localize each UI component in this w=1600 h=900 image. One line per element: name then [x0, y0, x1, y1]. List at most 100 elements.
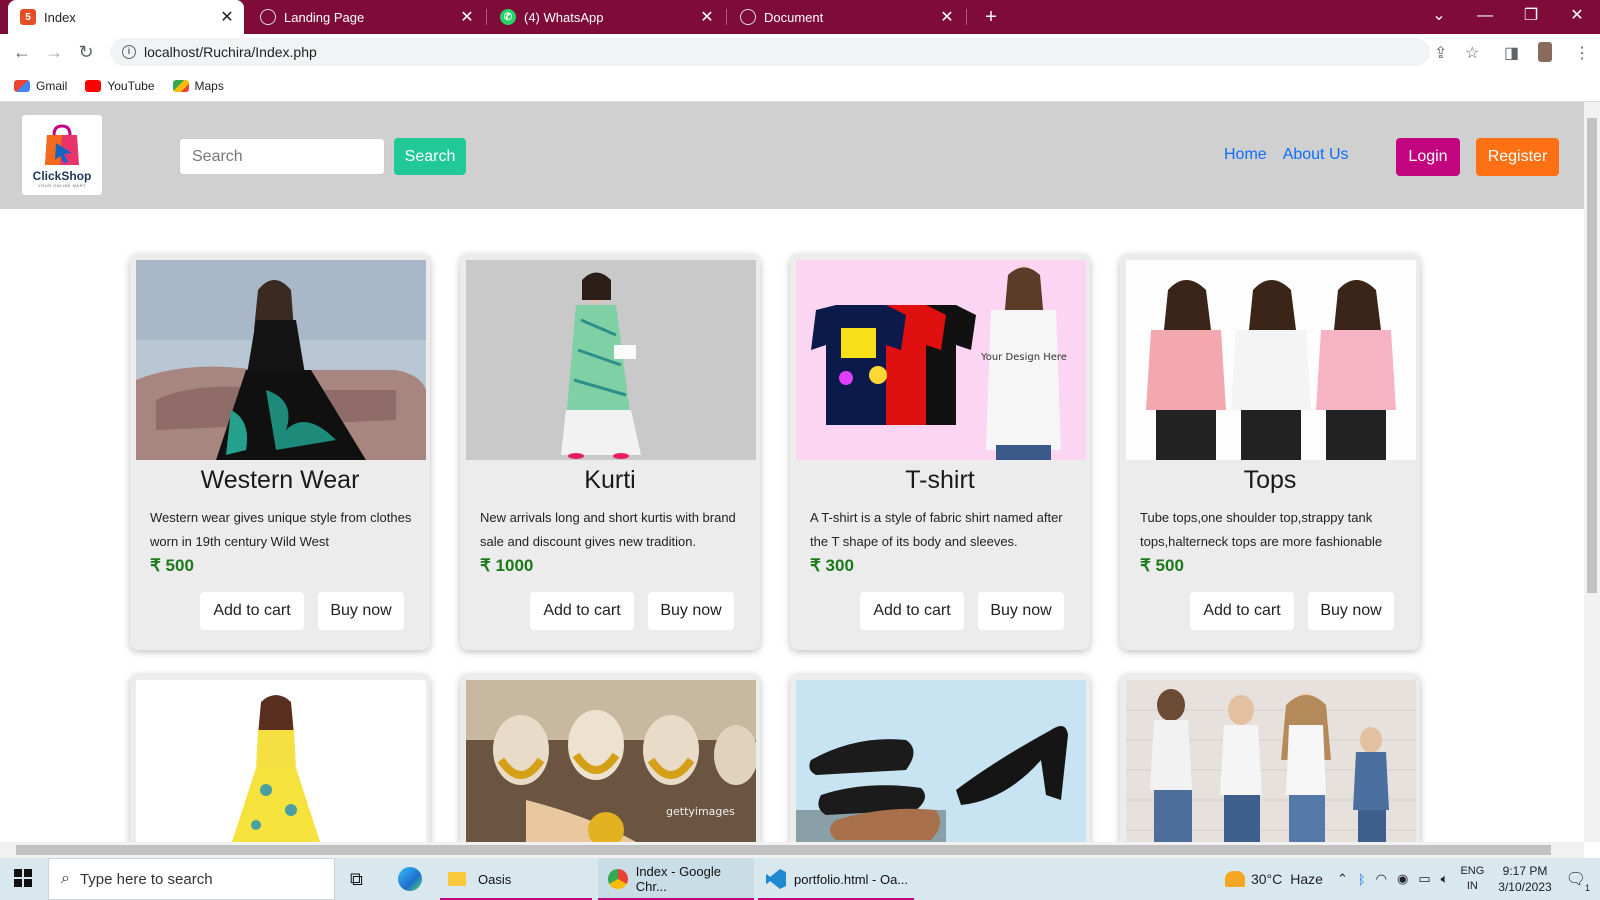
weather-icon[interactable] — [1224, 871, 1245, 887]
site-info-icon[interactable]: i — [122, 45, 136, 59]
wifi-icon[interactable]: ◠ — [1376, 871, 1387, 887]
youtube-icon — [85, 79, 102, 92]
vertical-scrollbar[interactable] — [1584, 102, 1600, 842]
product-card: gettyimages — [460, 674, 760, 842]
search-input[interactable] — [179, 138, 385, 175]
restore-icon[interactable]: ❐ — [1508, 0, 1554, 34]
tab-whatsapp[interactable]: ✆ (4) WhatsApp ✕ — [488, 0, 724, 34]
register-button[interactable]: Register — [1476, 138, 1559, 176]
bluetooth-icon[interactable]: ᛒ — [1358, 872, 1366, 887]
search-button[interactable]: Search — [394, 138, 466, 175]
product-card: Western Wear Western wear gives unique s… — [130, 254, 430, 650]
product-name: Tops — [1243, 466, 1297, 494]
product-card — [790, 674, 1090, 842]
add-to-cart-button[interactable]: Add to cart — [1190, 592, 1294, 630]
bookmark-label: Gmail — [36, 78, 68, 93]
windows-start-icon[interactable] — [14, 869, 32, 887]
add-to-cart-button[interactable]: Add to cart — [860, 592, 964, 630]
close-tab-icon[interactable]: ✕ — [696, 7, 718, 27]
clock-date: 3/10/2023 — [1498, 880, 1552, 894]
vscode-icon — [766, 869, 786, 889]
meet-now-icon[interactable]: ◉ — [1397, 871, 1408, 887]
menu-kebab-icon[interactable]: ⋮ — [1574, 43, 1590, 63]
weather-desc[interactable]: Haze — [1290, 871, 1323, 887]
main-nav: Home About Us — [1224, 146, 1365, 164]
minimize-icon[interactable]: — — [1462, 0, 1508, 34]
tab-index[interactable]: 5 Index ✕ — [8, 0, 244, 34]
add-to-cart-button[interactable]: Add to cart — [200, 592, 304, 630]
product-card: Tops Tube tops,one shoulder top,strappy … — [1120, 254, 1420, 650]
close-tab-icon[interactable]: ✕ — [216, 7, 238, 27]
buy-now-button[interactable]: Buy now — [648, 592, 734, 630]
language-indicator[interactable]: ENG IN — [1460, 864, 1484, 894]
battery-icon[interactable]: ▭ — [1418, 871, 1430, 887]
tab-document[interactable]: Document ✕ — [728, 0, 964, 34]
add-to-cart-button[interactable]: Add to cart — [530, 592, 634, 630]
buy-now-button[interactable]: Buy now — [1308, 592, 1394, 630]
window-controls: ⌄ — ❐ ✕ — [1416, 0, 1600, 34]
weather-temp[interactable]: 30°C — [1251, 871, 1282, 887]
search-icon: ⌕ — [61, 870, 70, 887]
taskbar-app-label: Oasis — [478, 871, 512, 887]
vertical-scroll-thumb[interactable] — [1587, 118, 1597, 593]
product-description: New arrivals long and short kurtis with … — [480, 510, 736, 549]
product-description: Tube tops,one shoulder top,strappy tank … — [1140, 510, 1383, 549]
bookmark-gmail[interactable]: Gmail — [14, 79, 67, 93]
forward-icon[interactable]: → — [38, 42, 70, 63]
url-text[interactable]: localhost/Ruchira/Index.php — [144, 44, 317, 60]
back-icon[interactable]: ← — [6, 42, 38, 63]
product-price: ₹ 500 — [150, 556, 194, 575]
tab-search-icon[interactable]: ⌄ — [1416, 0, 1462, 34]
close-window-icon[interactable]: ✕ — [1554, 0, 1600, 34]
buy-now-button[interactable]: Buy now — [978, 592, 1064, 630]
product-card: Your Design Here T-shirt A T-shirt is a … — [790, 254, 1090, 650]
bookmark-youtube[interactable]: YouTube — [85, 79, 155, 93]
chevron-up-icon[interactable]: ⌃ — [1337, 871, 1348, 887]
dress-image — [136, 680, 426, 842]
buy-now-button[interactable]: Buy now — [318, 592, 404, 630]
footwear-image — [796, 680, 1086, 842]
volume-icon[interactable]: 🔈︎ — [1441, 871, 1449, 887]
nav-about-link[interactable]: About Us — [1283, 146, 1349, 164]
logo-text: ClickShop — [32, 168, 92, 183]
taskbar-app-oasis[interactable]: Oasis — [440, 858, 592, 900]
horizontal-scroll-thumb[interactable] — [16, 845, 1551, 855]
profile-avatar-icon[interactable] — [1538, 42, 1552, 62]
side-panel-icon[interactable]: ◨ — [1504, 43, 1519, 63]
bookmarks-bar: Gmail YouTube Maps — [0, 70, 1600, 102]
task-view-icon[interactable]: ⧉ — [350, 858, 363, 900]
tab-landing-page[interactable]: Landing Page ✕ — [248, 0, 484, 34]
clickshop-logo[interactable]: ClickShop YOUR ONLINE MART — [22, 115, 102, 195]
kids-wear-image — [1126, 680, 1416, 842]
new-tab-button[interactable]: + — [976, 0, 1006, 34]
jewelry-image: gettyimages — [466, 680, 756, 842]
bookmark-maps[interactable]: Maps — [172, 79, 224, 93]
notification-center-icon[interactable]: 🗨︎ 1 — [1566, 869, 1592, 893]
close-tab-icon[interactable]: ✕ — [936, 7, 958, 27]
globe-icon — [260, 9, 276, 25]
horizontal-scrollbar[interactable] — [0, 842, 1584, 858]
bookmark-star-icon[interactable]: ☆ — [1465, 43, 1479, 63]
address-toolbar: ← → ↻ i localhost/Ruchira/Index.php ⇪ ☆ … — [0, 34, 1600, 70]
nav-home-link[interactable]: Home — [1224, 146, 1267, 164]
close-tab-icon[interactable]: ✕ — [456, 7, 478, 27]
whatsapp-icon: ✆ — [500, 9, 516, 25]
omnibox[interactable]: i localhost/Ruchira/Index.php — [110, 38, 1430, 66]
tab-separator — [726, 9, 727, 25]
system-tray: 30°C Haze ⌃ ᛒ ◠ ◉ ▭ 🔈︎ ENG IN 9:17 PM 3/… — [1224, 858, 1600, 900]
taskbar-app-chrome[interactable]: Index - Google Chr... — [598, 858, 754, 900]
clock[interactable]: 9:17 PM 3/10/2023 — [1498, 863, 1551, 895]
reload-icon[interactable]: ↻ — [70, 42, 102, 63]
shopping-bag-icon — [45, 123, 79, 165]
logo-tagline: YOUR ONLINE MART — [38, 182, 86, 188]
taskbar-app-vscode[interactable]: portfolio.html - Oa... — [758, 858, 914, 900]
gettyimages-watermark: gettyimages — [666, 805, 735, 818]
share-icon[interactable]: ⇪ — [1434, 43, 1447, 63]
product-card: Kurti New arrivals long and short kurtis… — [460, 254, 760, 650]
product-description: Western wear gives unique style from clo… — [150, 510, 412, 549]
login-button[interactable]: Login — [1396, 138, 1460, 176]
taskbar-search-box[interactable]: ⌕ Type here to search — [48, 858, 335, 900]
page-viewport: ClickShop YOUR ONLINE MART Search Home A… — [0, 102, 1584, 842]
chrome-icon — [608, 869, 628, 889]
edge-icon[interactable] — [398, 858, 422, 900]
